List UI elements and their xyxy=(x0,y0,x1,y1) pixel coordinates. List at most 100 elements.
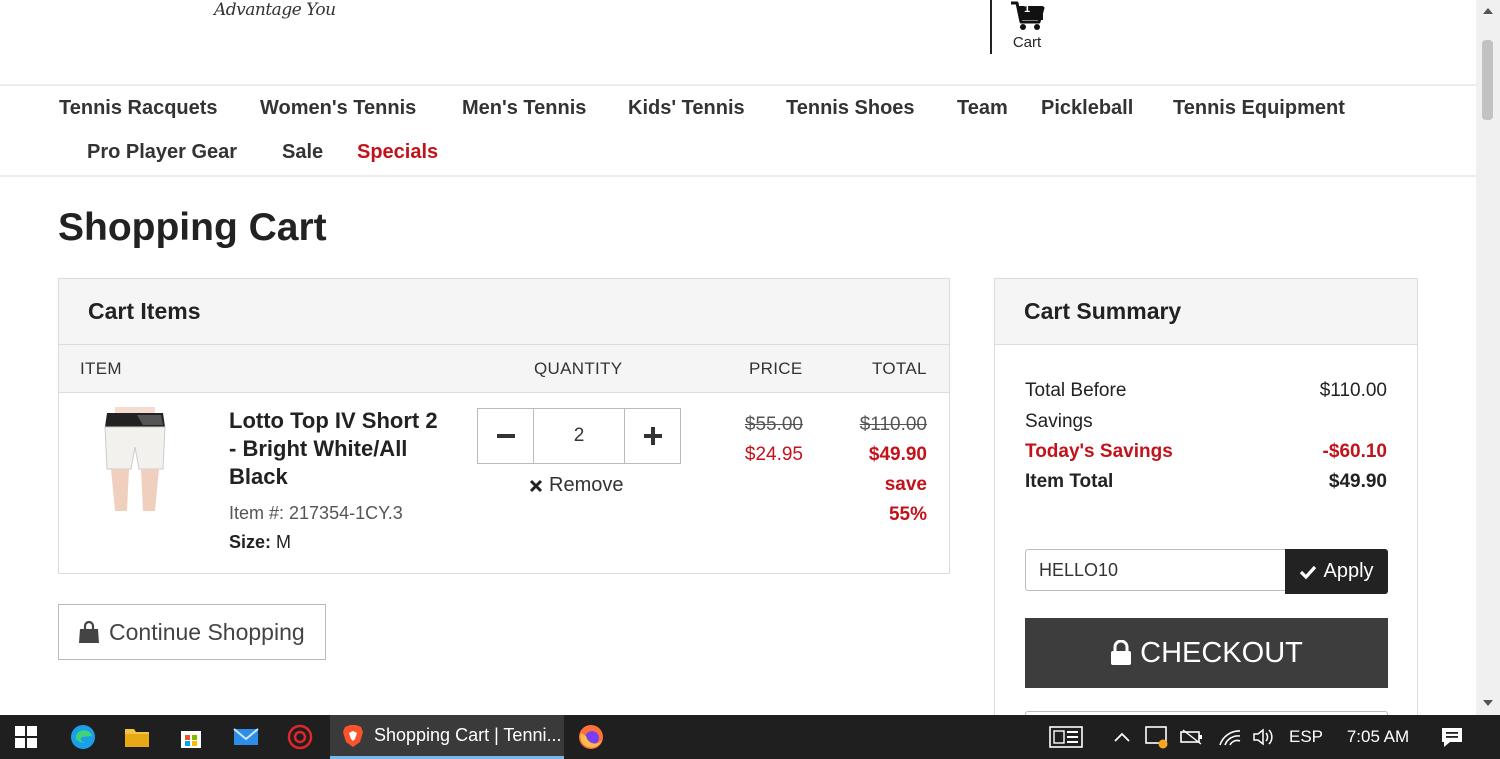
price-sale: $24.95 xyxy=(744,444,803,465)
cart-items-panel: Cart Items ITEM QUANTITY PRICE TOTAL Lot… xyxy=(58,278,950,574)
nav-sale[interactable]: Sale xyxy=(282,141,323,164)
main-nav: Tennis Racquets Women's Tennis Men's Ten… xyxy=(0,86,1476,176)
display-update-icon xyxy=(1145,726,1168,749)
total-cell: $110.00 $49.90 save 55% xyxy=(860,410,927,530)
nav-mens-tennis[interactable]: Men's Tennis xyxy=(462,97,586,120)
product-thumbnail[interactable] xyxy=(103,407,167,513)
firefox-icon xyxy=(579,725,603,749)
scroll-down-icon[interactable] xyxy=(1482,698,1494,708)
product-size: Size: M xyxy=(229,532,291,553)
header-divider xyxy=(990,0,992,54)
summary-item-total-row: Item Total $49.90 xyxy=(1025,466,1387,497)
taskbar-file-explorer[interactable] xyxy=(121,721,153,753)
increase-quantity-button[interactable] xyxy=(625,409,680,463)
windows-taskbar: Shopping Cart | Tenni... ESP 7:05 AM xyxy=(0,715,1500,759)
cart-count-badge: 1 xyxy=(1023,3,1031,15)
notification-center-icon xyxy=(1442,728,1462,747)
store-icon xyxy=(181,731,201,748)
tray-battery[interactable] xyxy=(1179,715,1205,759)
col-item: ITEM xyxy=(80,359,122,378)
shopping-bag-icon xyxy=(79,620,99,643)
clock-time: 7:05 AM xyxy=(1346,727,1410,746)
decrease-quantity-button[interactable] xyxy=(478,409,533,463)
tray-news[interactable] xyxy=(1046,715,1086,759)
nav-specials[interactable]: Specials xyxy=(357,141,438,164)
page-title: Shopping Cart xyxy=(58,206,327,249)
cart-link[interactable]: 1 Cart xyxy=(1006,0,1048,54)
save-percent: 55% xyxy=(888,504,927,525)
quantity-stepper xyxy=(477,408,681,464)
active-window-title: Shopping Cart | Tenni... xyxy=(374,725,562,745)
col-quantity: QUANTITY xyxy=(534,359,623,378)
windows-logo-icon xyxy=(15,726,37,748)
nav-pickleball[interactable]: Pickleball xyxy=(1041,97,1133,120)
cart-items-heading: Cart Items xyxy=(88,298,201,324)
tray-language[interactable]: ESP xyxy=(1286,715,1326,759)
tray-volume[interactable] xyxy=(1250,715,1278,759)
savings-label: Today's Savings xyxy=(1025,441,1173,462)
total-sale: $49.90 xyxy=(868,444,927,465)
vertical-scrollbar[interactable] xyxy=(1476,0,1500,715)
nav-tennis-racquets[interactable]: Tennis Racquets xyxy=(59,97,218,120)
cart-summary-panel: Cart Summary Total Before Savings $110.00… xyxy=(994,278,1418,715)
scrollbar-thumb[interactable] xyxy=(1482,40,1493,120)
taskbar-active-browser-window[interactable]: Shopping Cart | Tenni... xyxy=(330,715,564,759)
edge-browser-icon xyxy=(71,725,95,749)
taskbar-app-red[interactable] xyxy=(284,721,316,753)
scroll-up-icon[interactable] xyxy=(1482,6,1494,16)
total-original: $110.00 xyxy=(859,414,927,435)
tray-notifications[interactable] xyxy=(1437,715,1467,759)
summary-savings-row: Today's Savings -$60.10 xyxy=(1025,436,1387,467)
checkout-button[interactable]: CHECKOUT xyxy=(1025,618,1388,688)
item-total-label: Item Total xyxy=(1025,471,1114,492)
size-value: M xyxy=(276,532,292,552)
app-target-icon xyxy=(287,724,313,750)
remove-item-button[interactable]: Remove xyxy=(529,474,623,497)
item-total-value: $49.90 xyxy=(1328,471,1387,492)
wifi-icon xyxy=(1219,730,1241,746)
total-before-label-line2: Savings xyxy=(1025,411,1093,432)
nav-kids-tennis[interactable]: Kids' Tennis xyxy=(628,97,745,120)
apply-promo-button[interactable]: Apply xyxy=(1285,549,1388,594)
cart-summary-header: Cart Summary xyxy=(995,279,1417,345)
checkout-label: CHECKOUT xyxy=(1140,636,1303,669)
nav-separator xyxy=(0,175,1476,177)
remove-label: Remove xyxy=(549,474,624,496)
summary-total-before-row: Total Before Savings $110.00 xyxy=(1025,375,1387,437)
news-widget-icon xyxy=(1049,726,1083,748)
quantity-input[interactable] xyxy=(533,409,625,463)
taskbar-edge[interactable] xyxy=(67,721,99,753)
nav-womens-tennis[interactable]: Women's Tennis xyxy=(260,97,416,120)
nav-tennis-equipment[interactable]: Tennis Equipment xyxy=(1173,97,1345,120)
plus-icon xyxy=(643,427,662,445)
check-icon xyxy=(1300,565,1317,579)
continue-shopping-button[interactable]: Continue Shopping xyxy=(58,604,326,660)
speaker-icon xyxy=(1253,728,1273,746)
chevron-up-icon xyxy=(1114,732,1130,742)
taskbar-firefox[interactable] xyxy=(575,721,607,753)
taskbar-mail[interactable] xyxy=(230,721,262,753)
nav-pro-player-gear[interactable]: Pro Player Gear xyxy=(87,141,237,164)
price-original: $55.00 xyxy=(744,414,803,435)
nav-tennis-shoes[interactable]: Tennis Shoes xyxy=(786,97,915,120)
cart-label: Cart xyxy=(1012,34,1042,51)
savings-value: -$60.10 xyxy=(1322,441,1387,462)
tray-show-hidden[interactable] xyxy=(1110,715,1134,759)
product-name[interactable]: Lotto Top IV Short 2 - Bright White/All … xyxy=(229,407,449,491)
price-cell: $55.00 $24.95 xyxy=(745,410,803,470)
total-before-label-line1: Total Before xyxy=(1025,380,1127,401)
promo-code-input[interactable] xyxy=(1025,549,1287,591)
lock-icon xyxy=(1111,640,1132,665)
nav-team[interactable]: Team xyxy=(957,97,1008,120)
tray-clock[interactable]: 7:05 AM xyxy=(1340,715,1416,759)
logo-tagline[interactable]: Advantage You xyxy=(214,0,336,20)
brave-browser-icon xyxy=(343,724,363,747)
folder-icon xyxy=(125,729,149,747)
total-before-value: $110.00 xyxy=(1319,380,1387,401)
battery-charging-icon xyxy=(1180,729,1202,745)
taskbar-store[interactable] xyxy=(175,721,207,753)
start-button[interactable] xyxy=(10,721,42,753)
tray-network[interactable] xyxy=(1216,715,1244,759)
mail-icon xyxy=(233,728,259,745)
tray-app-update[interactable] xyxy=(1143,715,1171,759)
